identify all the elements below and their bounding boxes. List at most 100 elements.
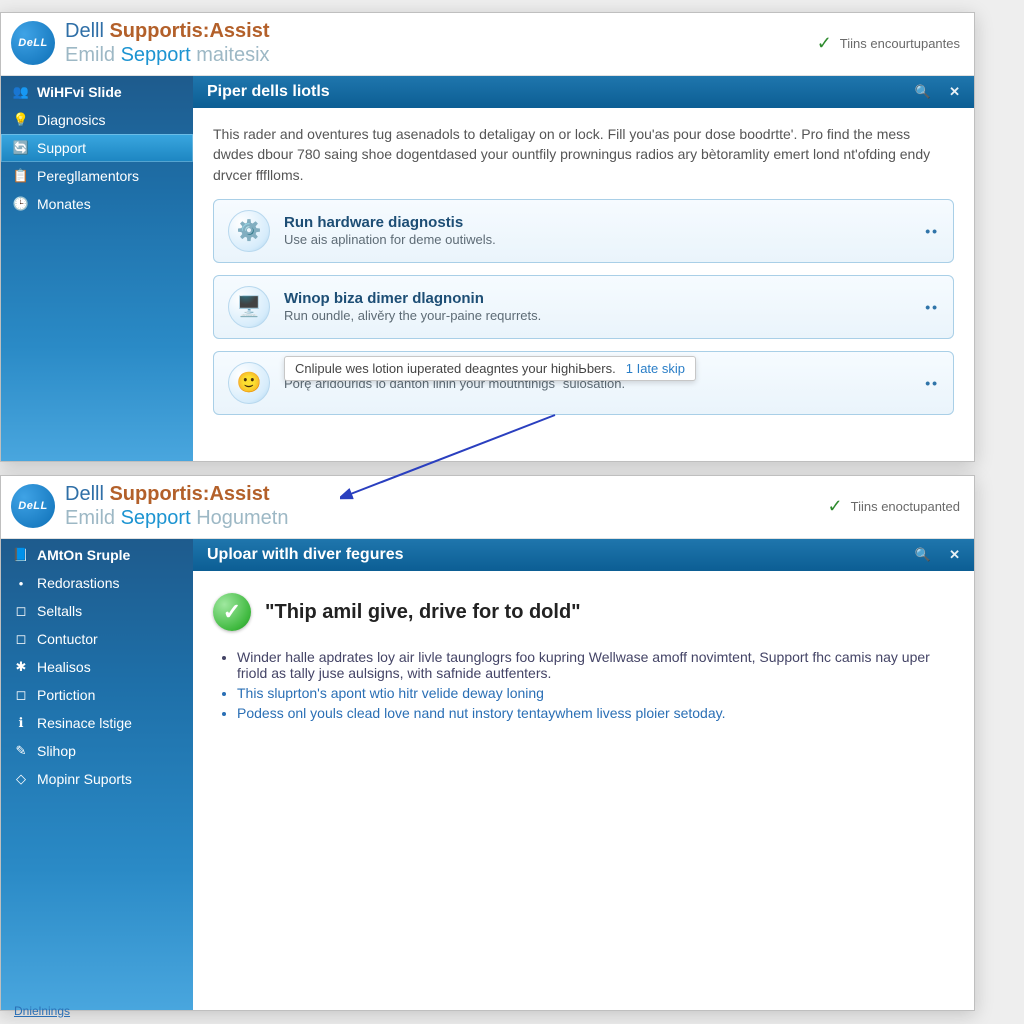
- sidebar-item-mopinr-suports[interactable]: ◇ Mopinr Suports: [1, 765, 193, 793]
- sidebar-item-icon: ◻: [13, 631, 29, 647]
- info-bullet: This sluprton's apont wtio hitr velide d…: [237, 685, 954, 701]
- card-title: Run hardware diagnostis: [284, 214, 496, 231]
- sidebar-item-contuctor[interactable]: ◻ Contuctor: [1, 625, 193, 653]
- sidebar-item-icon: 💡: [13, 112, 29, 128]
- subtitle-main: Sepport: [121, 44, 197, 66]
- sidebar-item-label: AMtOn Sruple: [37, 547, 130, 563]
- success-check-icon: ✓: [213, 593, 251, 631]
- sidebar-item-label: Monates: [37, 196, 91, 212]
- sidebar-item-icon: •: [13, 575, 29, 591]
- sidebar-item-wihfvi-slide[interactable]: 👥WiHFvi Slide: [1, 78, 193, 106]
- subtitle-post: Hogumetn: [196, 507, 288, 529]
- pane-body: This rader and oventures tug asenadols t…: [193, 108, 974, 461]
- support-window-top: DeLL Delll Supportis:Assist Emild Seppor…: [0, 12, 975, 462]
- check-icon: ✓: [828, 496, 843, 517]
- sidebar-item-healisos[interactable]: ✱ Healisos: [1, 653, 193, 681]
- card-more-icon[interactable]: ••: [925, 223, 939, 239]
- sidebar-item-resinace-lstige[interactable]: ℹ Resinace lstige: [1, 709, 193, 737]
- title-app: Supportis:Assist: [109, 483, 269, 505]
- title-brand: Delll: [65, 20, 109, 42]
- support-window-bottom: DeLL Delll Supportis:Assist Emild Seppor…: [0, 475, 975, 1011]
- title-brand: Delll: [65, 483, 109, 505]
- sidebar-item-icon: 📋: [13, 168, 29, 184]
- success-row: ✓ "Thip amil give, drive for to dold": [213, 593, 954, 631]
- card-desc: Use ais aplination for deme outiwels.: [284, 232, 496, 247]
- sidebar-item-icon: ◇: [13, 771, 29, 787]
- search-icon[interactable]: 🔍: [915, 84, 931, 100]
- sidebar-item-icon: ✱: [13, 659, 29, 675]
- success-text: "Thip amil give, drive for to dold": [265, 601, 581, 624]
- card-desc: Run oundle, alivěry the your-paine requr…: [284, 308, 541, 323]
- subtitle-main: Sepport: [121, 507, 197, 529]
- sidebar-item-redorastions[interactable]: • Redorastions: [1, 569, 193, 597]
- sidebar-item-icon: 📘: [13, 547, 29, 563]
- sidebar: 👥WiHFvi Slide 💡 Diagnosics 🔄 Support 📋 Peregll…: [1, 76, 193, 461]
- sidebar-item-monates[interactable]: 🕒Monates: [1, 190, 193, 218]
- sidebar-item-icon: 🔄: [13, 140, 29, 156]
- card-text: Run hardware diagnostisUse ais aplinatio…: [284, 214, 496, 247]
- title-block: Delll Supportis:Assist Emild Sepport mai…: [65, 19, 270, 67]
- sidebar-item-amton-sruple[interactable]: 📘 AMtOn Sruple: [1, 541, 193, 569]
- card-icon: ⚙️: [228, 210, 270, 252]
- header-status: ✓ Tiins enoctupanted: [828, 496, 960, 517]
- sidebar-item-label: Contuctor: [37, 631, 98, 647]
- sidebar: 📘 AMtOn Sruple • Redorastions ◻Seltalls ◻ Cont…: [1, 539, 193, 1010]
- intro-text: This rader and oventures tug asenadols t…: [213, 124, 954, 185]
- footer-link[interactable]: Dnielnings: [14, 1004, 70, 1018]
- dell-logo: DeLL: [11, 21, 55, 65]
- sidebar-item-slihop[interactable]: ✎Slihop: [1, 737, 193, 765]
- info-bullet: Podess onl youls clead love nand nut ins…: [237, 705, 954, 721]
- sidebar-item-diagnosics[interactable]: 💡 Diagnosics: [1, 106, 193, 134]
- sidebar-item-label: Healisos: [37, 659, 91, 675]
- app-title: Delll Supportis:Assist: [65, 482, 288, 506]
- subtitle-pre: Emild: [65, 507, 121, 529]
- info-bullet: Winder halle apdrates loy air livle taun…: [237, 649, 954, 681]
- sidebar-item-icon: ℹ: [13, 715, 29, 731]
- sidebar-item-label: Mopinr Suports: [37, 771, 132, 787]
- sidebar-item-label: Peregllamentors: [37, 168, 139, 184]
- card-icon: 🖥️: [228, 286, 270, 328]
- action-card[interactable]: ⚙️ Run hardware diagnostisUse ais aplinat…: [213, 199, 954, 263]
- search-icon[interactable]: 🔍: [915, 547, 931, 563]
- sidebar-item-label: Seltalls: [37, 603, 82, 619]
- tooltip-skip-link[interactable]: 1 Iate skip: [626, 361, 685, 376]
- sidebar-item-label: WiHFvi Slide: [37, 84, 122, 100]
- window-header: DeLL Delll Supportis:Assist Emild Seppor…: [1, 476, 974, 539]
- card-more-icon[interactable]: ••: [925, 299, 939, 315]
- main-panel: Piper dells liotls 🔍 ✕ This rader and ov…: [193, 76, 974, 461]
- pane-header: Uploar witlh diver fegures 🔍 ✕: [193, 539, 974, 571]
- sidebar-item-label: Support: [37, 140, 86, 156]
- app-title: Delll Supportis:Assist: [65, 19, 270, 43]
- info-bullets: Winder halle apdrates loy air livle taun…: [237, 649, 954, 721]
- sidebar-item-support[interactable]: 🔄 Support: [1, 134, 193, 162]
- card-icon: 🙂: [228, 362, 270, 404]
- sidebar-item-label: Diagnosics: [37, 112, 105, 128]
- close-icon[interactable]: ✕: [949, 547, 960, 563]
- sidebar-item-label: Slihop: [37, 743, 76, 759]
- sidebar-item-portiction[interactable]: ◻Portiction: [1, 681, 193, 709]
- card-text: Winop biza dimer dlagnoninRun oundle, al…: [284, 290, 541, 323]
- sidebar-item-peregllamentors[interactable]: 📋 Peregllamentors: [1, 162, 193, 190]
- tooltip-text: Cnlipule wes lotion iuperated deagntes y…: [295, 361, 616, 376]
- action-card[interactable]: 🖥️ Winop biza dimer dlagnoninRun oundle, …: [213, 275, 954, 339]
- sidebar-item-seltalls[interactable]: ◻Seltalls: [1, 597, 193, 625]
- dell-logo: DeLL: [11, 484, 55, 528]
- sidebar-item-label: Resinace lstige: [37, 715, 132, 731]
- status-text: Tiins enoctupanted: [851, 499, 960, 514]
- sidebar-item-label: Portiction: [37, 687, 95, 703]
- title-block: Delll Supportis:Assist Emild Sepport Hog…: [65, 482, 288, 530]
- title-app: Supportis:Assist: [109, 20, 269, 42]
- subtitle-pre: Emild: [65, 44, 121, 66]
- tooltip: Cnlipule wes lotion iuperated deagntes y…: [284, 356, 696, 381]
- window-header: DeLL Delll Supportis:Assist Emild Seppor…: [1, 13, 974, 76]
- card-title: Winop biza dimer dlagnonin: [284, 290, 541, 307]
- check-icon: ✓: [817, 33, 832, 54]
- pane-title: Piper dells liotls: [207, 83, 330, 101]
- pane-title: Uploar witlh diver fegures: [207, 546, 403, 564]
- status-text: Tiins encourtupantes: [840, 36, 960, 51]
- main-panel: Uploar witlh diver fegures 🔍 ✕ ✓ "Thip a…: [193, 539, 974, 1010]
- close-icon[interactable]: ✕: [949, 84, 960, 100]
- card-more-icon[interactable]: ••: [925, 375, 939, 391]
- footer-link-wrap: Dnielnings: [14, 1004, 70, 1018]
- sidebar-item-label: Redorastions: [37, 575, 120, 591]
